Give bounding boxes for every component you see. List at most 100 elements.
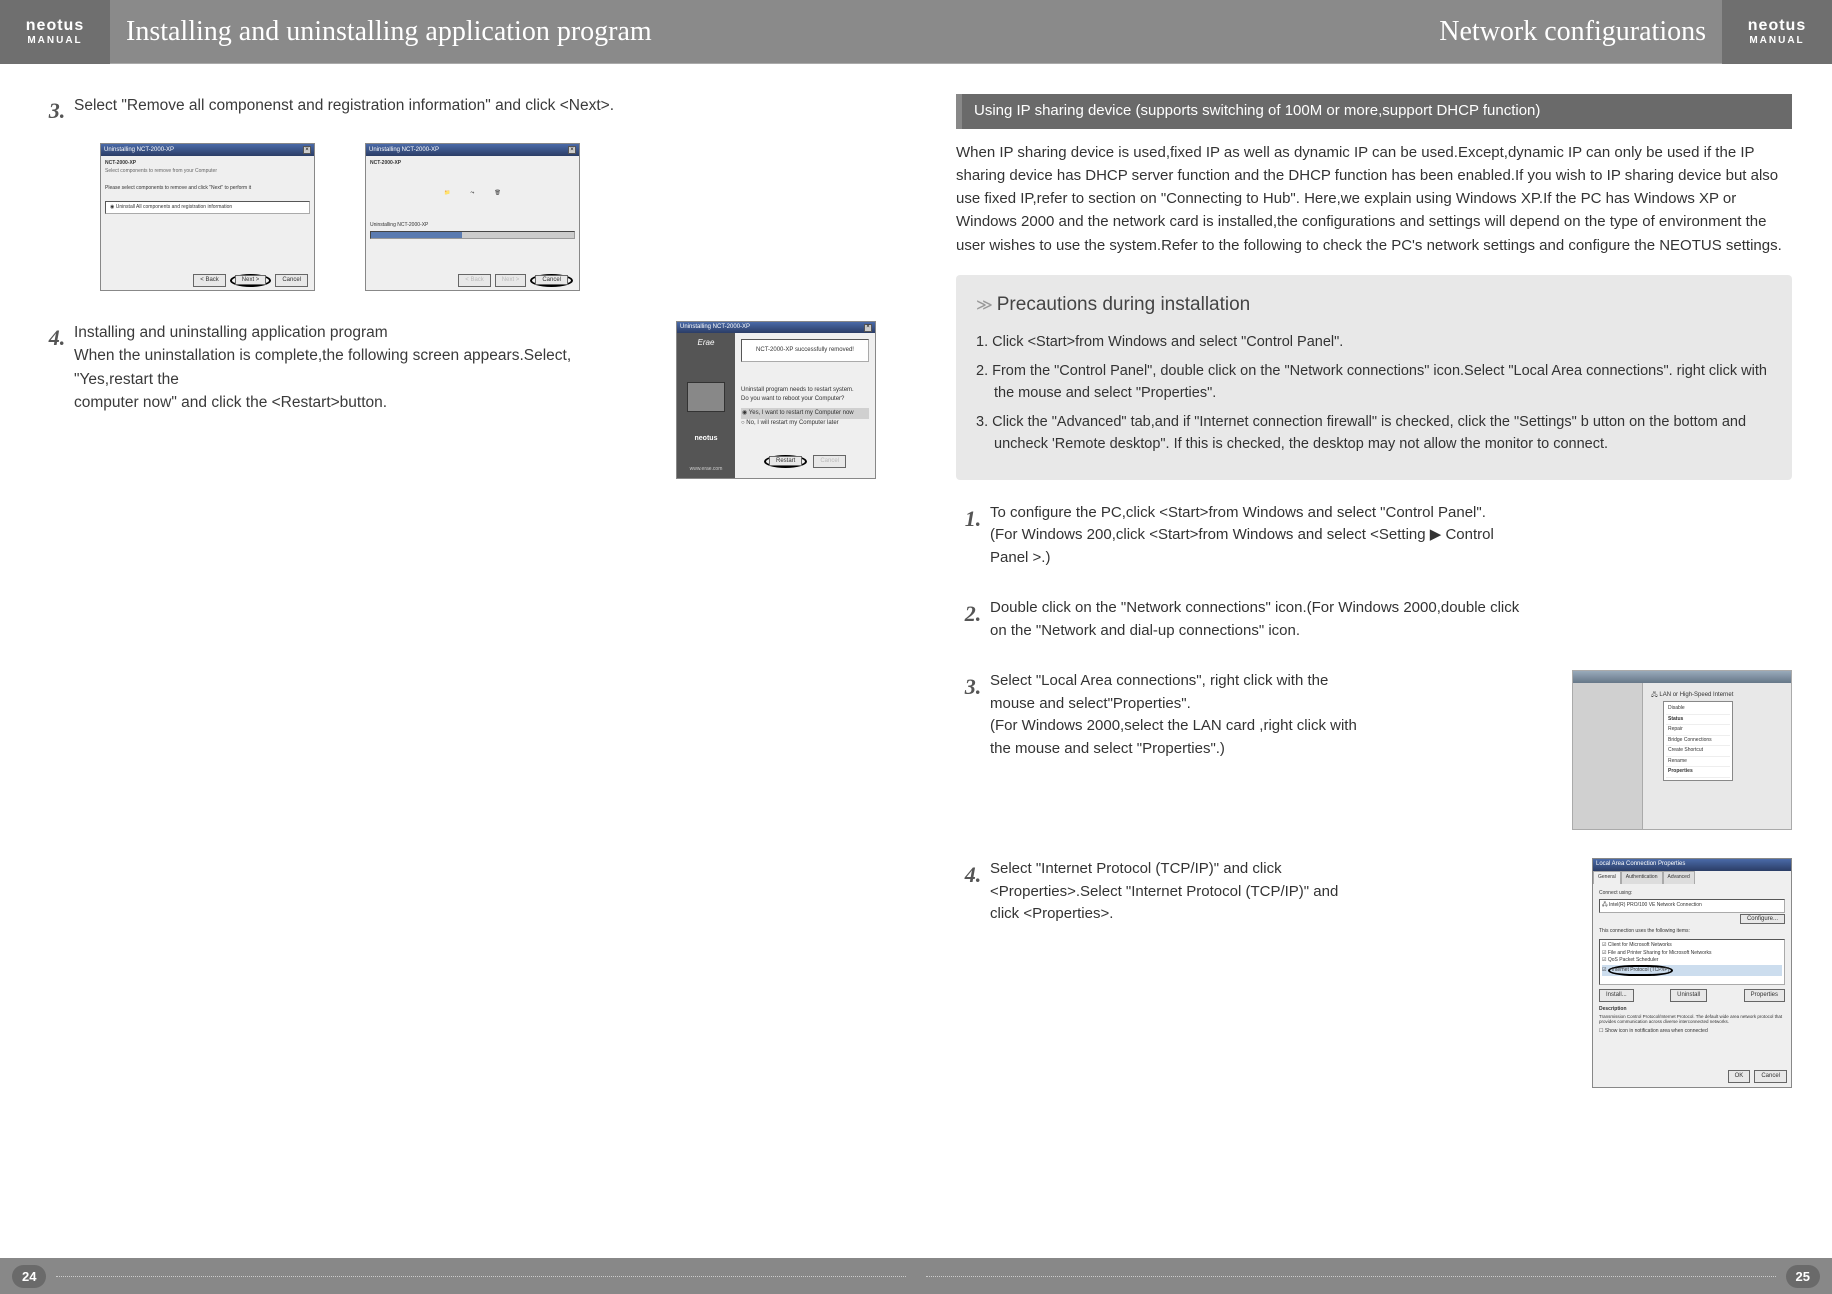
prop-uses: This connection uses the following items…: [1599, 928, 1785, 936]
restart-msg2: Uninstall program needs to restart syste…: [741, 386, 869, 404]
restart-opt1: Yes, I want to restart my Computer now: [749, 410, 854, 416]
uninstall-dialog-1: Uninstalling NCT-2000-XP× NCT-2000-XP Se…: [100, 143, 315, 291]
precautions-box: Precautions during installation 1. Click…: [956, 275, 1792, 480]
brand-name: neotus: [1748, 17, 1806, 35]
footer-dots: [926, 1276, 1776, 1277]
section-subhead: Using IP sharing device (supports switch…: [956, 94, 1792, 129]
tab-advanced[interactable]: Advanced: [1663, 871, 1695, 884]
header-left: neotus MANUAL Installing and uninstallin…: [0, 0, 916, 64]
folder-icon: 📁: [444, 190, 450, 198]
context-menu: Disable Status Repair Bridge Connections…: [1663, 701, 1733, 781]
uninstall-button[interactable]: Uninstall: [1670, 989, 1707, 1002]
erae-logo: Erae: [698, 337, 715, 349]
precaution-1: 1. Click <Start>from Windows and select …: [976, 331, 1772, 353]
win2-progress-label: Uninstalling NCT-2000-XP: [370, 222, 575, 230]
cancel-button[interactable]: Cancel: [1754, 1070, 1787, 1083]
rstep-3-num: 3.: [956, 670, 990, 830]
rstep-3-text: Select "Local Area connections", right c…: [990, 670, 1370, 830]
properties-button[interactable]: Properties: [1744, 989, 1785, 1002]
precaution-3: 3. Click the "Advanced" tab,and if "Inte…: [976, 411, 1772, 456]
close-icon[interactable]: ×: [864, 324, 872, 332]
win1-option: Uninstall All components and registratio…: [116, 204, 232, 210]
page-num-right: 25: [1786, 1265, 1820, 1288]
win1-title: Uninstalling NCT-2000-XP: [104, 146, 174, 155]
prop-desc-h: Description: [1599, 1006, 1785, 1014]
header-right: Network configurations neotus MANUAL: [916, 0, 1832, 64]
rstep-4-text: Select "Internet Protocol (TCP/IP)" and …: [990, 858, 1370, 1088]
content-right: Using IP sharing device (supports switch…: [916, 64, 1832, 1176]
logo-left: neotus MANUAL: [0, 0, 110, 64]
rstep-1-num: 1.: [956, 502, 990, 570]
network-connections-screenshot: 🖧 LAN or High-Speed Internet Disable Sta…: [1572, 670, 1792, 830]
nic-icon: 🖧: [1602, 902, 1609, 908]
footer-right: 25: [916, 1258, 1832, 1294]
brand-name: neotus: [26, 17, 84, 35]
prop-desc: Transmission Control Protocol/Internet P…: [1599, 1014, 1785, 1025]
restart-msg1: NCT-2000-XP successfully removed!: [741, 339, 869, 362]
rstep-2: 2. Double click on the "Network connecti…: [956, 597, 1792, 642]
win2-title: Uninstalling NCT-2000-XP: [369, 146, 439, 155]
uninstall-dialog-2: Uninstalling NCT-2000-XP× NCT-2000-XP 📁 …: [365, 143, 580, 291]
precautions-title: Precautions during installation: [976, 291, 1772, 320]
monitor-icon: [687, 382, 725, 412]
restart-dialog: Uninstalling NCT-2000-XP × Erae neotus ww…: [676, 321, 876, 479]
step-3-text: Select "Remove all componenst and regist…: [74, 94, 876, 127]
rstep-2-num: 2.: [956, 597, 990, 642]
prop-title: Local Area Connection Properties: [1596, 861, 1685, 867]
tab-auth[interactable]: Authentication: [1621, 871, 1663, 884]
configure-button[interactable]: Configure...: [1740, 914, 1785, 924]
cancel-button[interactable]: Cancel: [275, 274, 308, 287]
step-4-text: Installing and uninstalling application …: [74, 321, 646, 463]
restart-title: Uninstalling NCT-2000-XP: [680, 323, 750, 332]
win2-head: NCT-2000-XP: [370, 160, 575, 168]
header-title-right: Network configurations: [1423, 16, 1722, 48]
next-button[interactable]: Next >: [235, 275, 267, 285]
prop-connect-label: Connect using:: [1599, 890, 1785, 898]
rstep-4: 4. Select "Internet Protocol (TCP/IP)" a…: [956, 858, 1792, 1088]
page-num-left: 24: [12, 1265, 46, 1288]
prop-notify[interactable]: Show icon in notification area when conn…: [1605, 1028, 1708, 1034]
step-4-row: 4. Installing and uninstalling applicati…: [40, 321, 876, 479]
brand-sub: MANUAL: [1749, 35, 1804, 46]
ok-button[interactable]: OK: [1728, 1070, 1751, 1083]
cancel-button[interactable]: Cancel: [535, 275, 568, 285]
manual-spread: neotus MANUAL Installing and uninstallin…: [0, 0, 1832, 1294]
win1-sub: Select components to remove from your Co…: [105, 168, 310, 176]
content-left: 3. Select "Remove all componenst and reg…: [0, 64, 916, 539]
header-title-left: Installing and uninstalling application …: [110, 16, 668, 48]
page-left: neotus MANUAL Installing and uninstallin…: [0, 0, 916, 1294]
rstep-3: 3. Select "Local Area connections", righ…: [956, 670, 1792, 830]
rstep-4-num: 4.: [956, 858, 990, 1088]
restart-opt2: No, I will restart my Computer later: [746, 420, 838, 426]
step-3-num: 3.: [40, 94, 74, 127]
close-icon[interactable]: ×: [568, 146, 576, 154]
radio-icon[interactable]: ◉: [742, 410, 749, 416]
intro-text: When IP sharing device is used,fixed IP …: [956, 141, 1792, 257]
prop-adapter: Intel(R) PRO/100 VE Network Connection: [1609, 902, 1702, 908]
arrow-icon: ⤳: [470, 190, 474, 198]
tab-general[interactable]: General: [1593, 871, 1621, 884]
restart-button[interactable]: Restart: [769, 456, 802, 466]
step-3: 3. Select "Remove all componenst and reg…: [40, 94, 876, 127]
next-button-disabled: Next >: [495, 274, 527, 287]
lan-properties-dialog: Local Area Connection Properties General…: [1592, 858, 1792, 1088]
step-4-num: 4.: [40, 321, 74, 463]
close-icon[interactable]: ×: [303, 146, 311, 154]
page-right: Network configurations neotus MANUAL Usi…: [916, 0, 1832, 1294]
back-button[interactable]: < Back: [193, 274, 226, 287]
install-button[interactable]: Install...: [1599, 989, 1634, 1002]
logo-right: neotus MANUAL: [1722, 0, 1832, 64]
footer-left: 24: [0, 1258, 916, 1294]
back-button-disabled: < Back: [458, 274, 491, 287]
trash-icon: 🗑: [494, 190, 500, 198]
step3-screens: Uninstalling NCT-2000-XP × NCT-2000-XP Se…: [100, 143, 876, 291]
precaution-2: 2. From the "Control Panel", double clic…: [976, 360, 1772, 405]
brand-sub: MANUAL: [27, 35, 82, 46]
restart-sidebar: Erae neotus www.erae.com: [677, 333, 735, 478]
prop-items-list[interactable]: ☑ Client for Microsoft Networks ☑ File a…: [1599, 939, 1785, 985]
cancel-button-disabled: Cancel: [813, 455, 846, 468]
restart-brand2: neotus: [695, 434, 718, 445]
step-4: 4. Installing and uninstalling applicati…: [40, 321, 646, 463]
rstep-2-text: Double click on the "Network connections…: [990, 597, 1530, 642]
rstep-1-text: To configure the PC,click <Start>from Wi…: [990, 502, 1530, 570]
